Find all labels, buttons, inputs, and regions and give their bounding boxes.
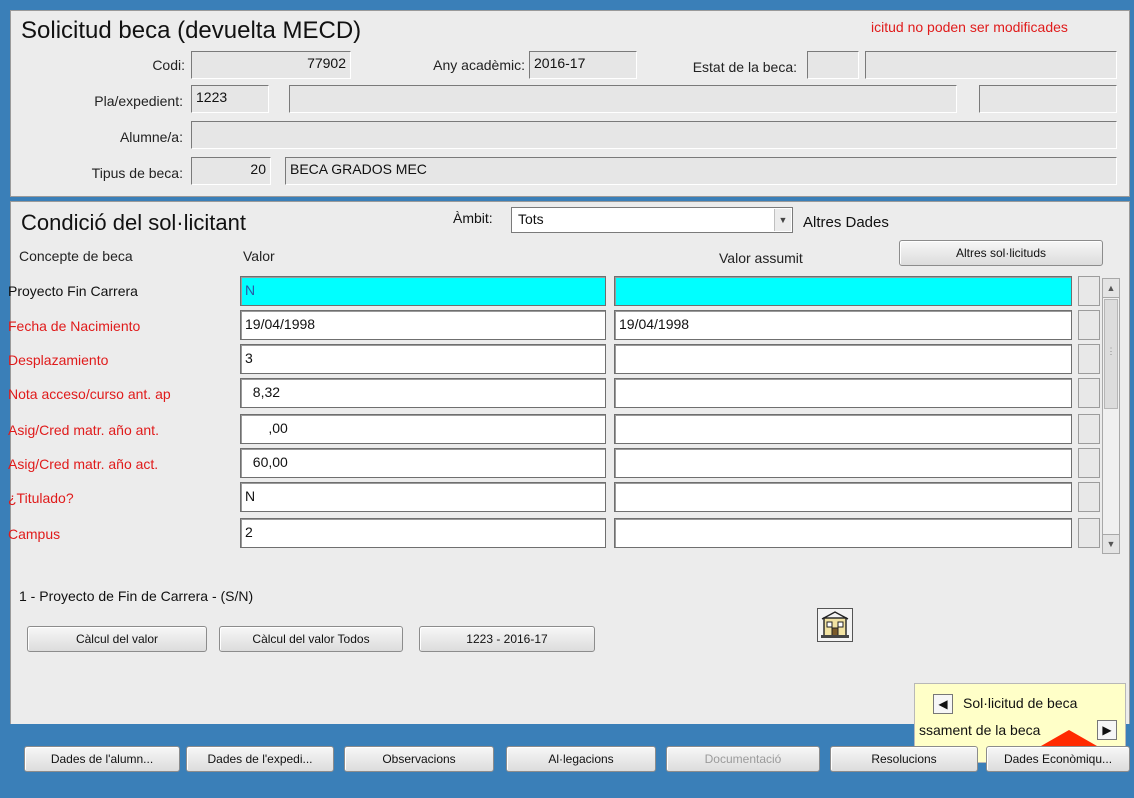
row-select-box[interactable] — [1078, 448, 1100, 478]
ambit-select[interactable]: Tots ▼ — [511, 207, 793, 233]
tipus-beca-desc-field[interactable]: BECA GRADOS MEC — [285, 157, 1117, 185]
rows-scrollbar[interactable]: ▲ ⋮ ▼ — [1102, 278, 1120, 554]
alumne-field[interactable] — [191, 121, 1117, 149]
previous-arrow-icon[interactable]: ◀ — [933, 694, 953, 714]
row-label: Desplazamiento — [8, 352, 109, 368]
valor-cell[interactable]: 3 — [240, 344, 606, 374]
col-valor-assumit-header: Valor assumit — [719, 250, 803, 266]
valor-cell[interactable]: 8,32 — [240, 378, 606, 408]
row-select-box[interactable] — [1078, 276, 1100, 306]
row-label: Campus — [8, 526, 61, 542]
valor-cell[interactable]: N — [240, 482, 606, 512]
alumne-label: Alumne/a: — [119, 129, 183, 145]
scroll-up-icon[interactable]: ▲ — [1103, 279, 1119, 298]
estat-beca-desc-field[interactable] — [865, 51, 1117, 79]
row-select-box[interactable] — [1078, 482, 1100, 512]
altres-sollicituds-button[interactable]: Altres sol·licituds — [899, 240, 1103, 266]
ambit-select-value: Tots — [518, 211, 544, 227]
valor-cell[interactable]: ,00 — [240, 414, 606, 444]
row-label: ¿Titulado? — [8, 490, 74, 506]
bottom-tab-bar: Dades de l'alumn... Dades de l'expedi...… — [0, 746, 1134, 798]
pla-extra-field[interactable] — [979, 85, 1117, 113]
row-label: Proyecto Fin Carrera — [8, 283, 138, 299]
valor-assumit-cell[interactable] — [614, 378, 1072, 408]
valor-assumit-cell[interactable] — [614, 276, 1072, 306]
row-label: Asig/Cred matr. año act. — [8, 456, 159, 472]
tipus-beca-label: Tipus de beca: — [91, 165, 183, 181]
valor-assumit-cell[interactable] — [614, 482, 1072, 512]
condicio-title: Condició del sol·licitant — [21, 210, 246, 235]
row-select-box[interactable] — [1078, 414, 1100, 444]
row-label: Fecha de Nacimiento — [8, 318, 141, 334]
pla-expedient-label: Pla/expedient: — [94, 93, 183, 109]
valor-cell[interactable]: 60,00 — [240, 448, 606, 478]
row-select-box[interactable] — [1078, 344, 1100, 374]
row-label: Asig/Cred matr. año ant. — [8, 422, 159, 438]
tab-documentacio: Documentació — [666, 746, 820, 772]
previous-record-label[interactable]: Sol·licitud de beca — [963, 695, 1077, 711]
expedient-button[interactable]: 1223 - 2016-17 — [419, 626, 595, 652]
scroll-down-icon[interactable]: ▼ — [1103, 534, 1119, 553]
tab-resolucions[interactable]: Resolucions — [830, 746, 978, 772]
codi-label: Codi: — [152, 57, 185, 73]
solicitud-header-panel: Solicitud beca (devuelta MECD) icitud no… — [10, 10, 1130, 197]
valor-cell[interactable]: 2 — [240, 518, 606, 548]
codi-field[interactable]: 77902 — [191, 51, 351, 79]
chevron-down-icon[interactable]: ▼ — [774, 209, 791, 231]
field-hint: 1 - Proyecto de Fin de Carrera - (S/N) — [19, 588, 254, 604]
ambit-label: Àmbit: — [453, 210, 493, 226]
tab-observacions[interactable]: Observacions — [344, 746, 494, 772]
estat-beca-code-field[interactable] — [807, 51, 859, 79]
tab-dades-economiques[interactable]: Dades Econòmiqu... — [986, 746, 1130, 772]
tab-allegacions[interactable]: Al·legacions — [506, 746, 656, 772]
valor-assumit-cell[interactable] — [614, 414, 1072, 444]
scroll-thumb[interactable]: ⋮ — [1104, 299, 1118, 409]
calcul-valor-todos-button[interactable]: Càlcul del valor Todos — [219, 626, 403, 652]
tab-dades-expedient[interactable]: Dades de l'expedi... — [186, 746, 334, 772]
altres-dades-label: Altres Dades — [803, 214, 889, 231]
calcul-valor-button[interactable]: Càlcul del valor — [27, 626, 207, 652]
any-academic-field[interactable]: 2016-17 — [529, 51, 637, 79]
row-select-box[interactable] — [1078, 518, 1100, 548]
valor-assumit-cell[interactable] — [614, 448, 1072, 478]
valor-assumit-cell[interactable] — [614, 518, 1072, 548]
pla-expedient-field[interactable]: 1223 — [191, 85, 269, 113]
valor-assumit-cell[interactable]: 19/04/1998 — [614, 310, 1072, 340]
page-title: Solicitud beca (devuelta MECD) — [21, 17, 362, 44]
warning-message: icitud no poden ser modificades — [871, 19, 1068, 35]
pla-desc-field[interactable] — [289, 85, 957, 113]
any-academic-label: Any acadèmic: — [433, 57, 525, 73]
next-record-label[interactable]: ssament de la beca — [919, 722, 1040, 738]
tipus-beca-code-field[interactable]: 20 — [191, 157, 271, 185]
valor-cell[interactable]: N — [240, 276, 606, 306]
row-label: Nota acceso/curso ant. ap — [8, 386, 171, 402]
estat-beca-label: Estat de la beca: — [692, 59, 797, 75]
valor-cell[interactable]: 19/04/1998 — [240, 310, 606, 340]
building-icon[interactable] — [817, 608, 853, 642]
col-valor-header: Valor — [243, 248, 275, 264]
valor-assumit-cell[interactable] — [614, 344, 1072, 374]
col-concepte-header: Concepte de beca — [19, 248, 133, 264]
row-select-box[interactable] — [1078, 310, 1100, 340]
row-select-box[interactable] — [1078, 378, 1100, 408]
tab-dades-alumne[interactable]: Dades de l'alumn... — [24, 746, 180, 772]
